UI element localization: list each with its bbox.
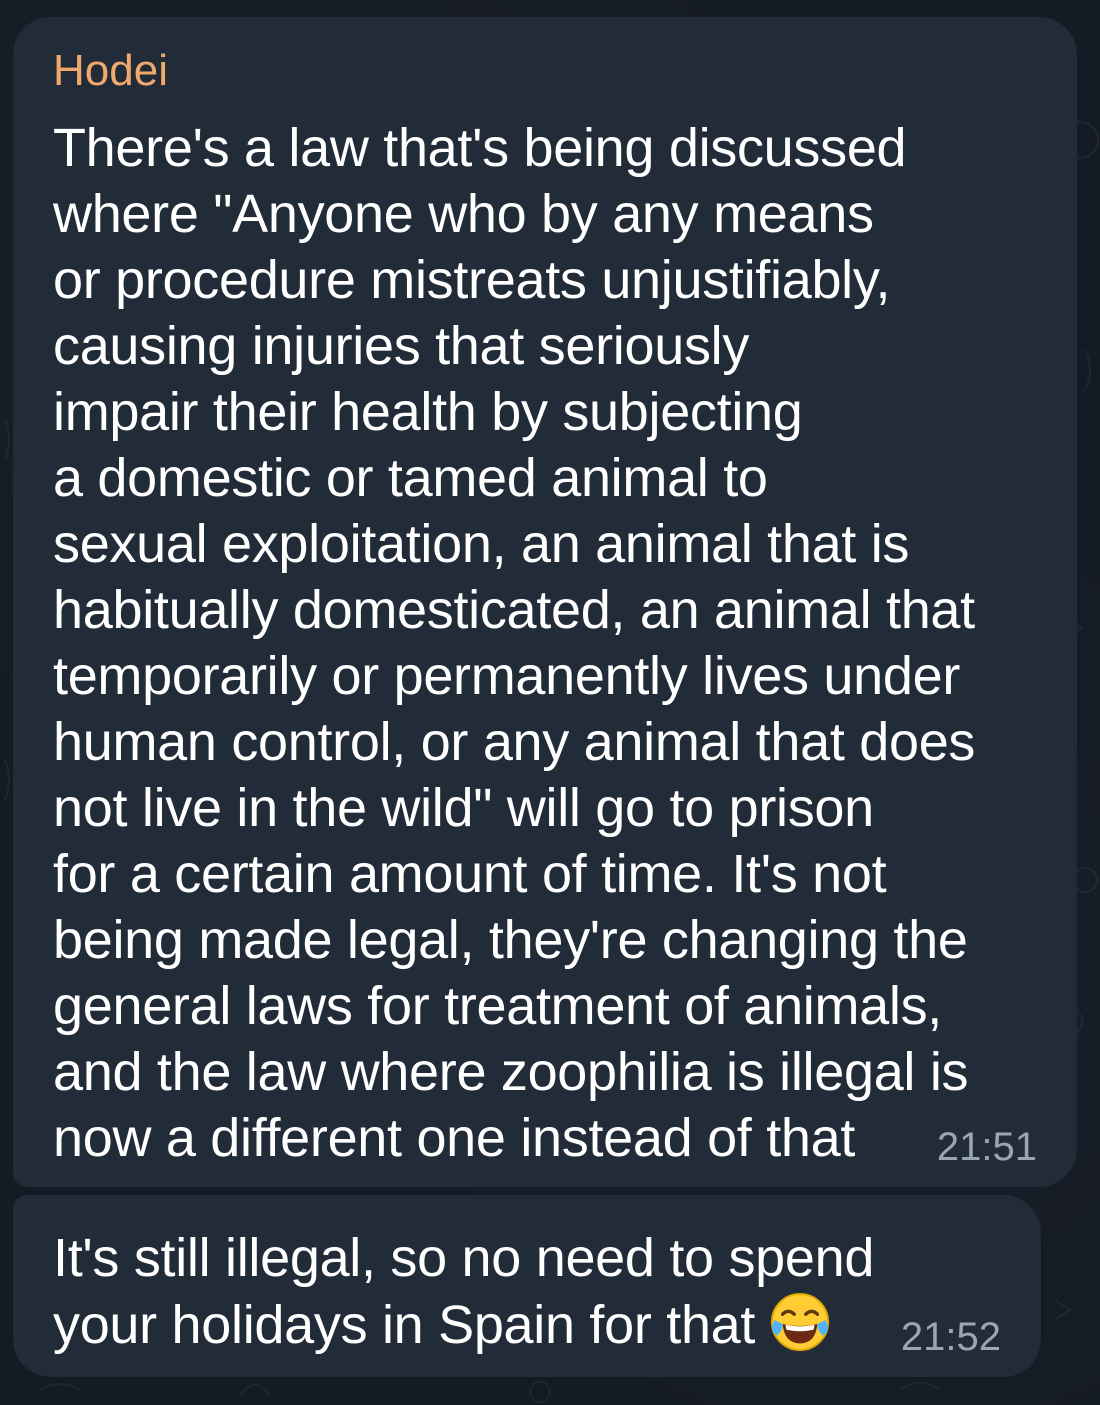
message-line: and the law where zoophilia is illegal i…	[53, 1042, 969, 1102]
face-with-tears-of-joy-icon	[771, 1292, 830, 1352]
message-line: human control, or any animal that does	[53, 712, 976, 772]
message-timestamp: 21:51	[936, 1125, 1037, 1169]
message-bubble-incoming[interactable]: Hodei There's a law that's being discuss…	[13, 17, 1077, 1187]
message-line: your holidays in Spain for that	[53, 1291, 1001, 1358]
message-line: causing injuries that seriously	[53, 316, 750, 376]
message-line: general laws for treatment of animals,	[53, 976, 943, 1036]
message-line: impair their health by subjecting	[53, 382, 803, 442]
message-text: There's a law that's being discussed whe…	[53, 115, 1037, 1171]
message-line: habitually domesticated, an animal that	[53, 580, 975, 640]
message-line: sexual exploitation, an animal that is	[53, 514, 910, 574]
message-line: being made legal, they're changing the	[53, 910, 968, 970]
message-line: for a certain amount of time. It's not	[53, 844, 887, 904]
message-line: temporarily or permanently lives under	[53, 646, 960, 706]
message-text: It's still illegal, so no need to spend …	[53, 1225, 1001, 1358]
message-line: There's a law that's being discussed	[53, 118, 907, 178]
sender-name[interactable]: Hodei	[53, 47, 1037, 95]
message-bubble-incoming[interactable]: It's still illegal, so no need to spend …	[13, 1195, 1041, 1377]
message-line: or procedure mistreats unjustifiably,	[53, 250, 891, 310]
message-line: It's still illegal, so no need to spend	[53, 1228, 875, 1288]
message-line-text: your holidays in Spain for that	[53, 1295, 756, 1355]
message-line: a domestic or tamed animal to	[53, 448, 768, 508]
message-timestamp: 21:52	[900, 1315, 1001, 1359]
message-line: now a different one instead of that	[53, 1108, 856, 1168]
message-line: where "Anyone who by any means	[53, 184, 874, 244]
message-line: not live in the wild" will go to prison	[53, 778, 874, 838]
